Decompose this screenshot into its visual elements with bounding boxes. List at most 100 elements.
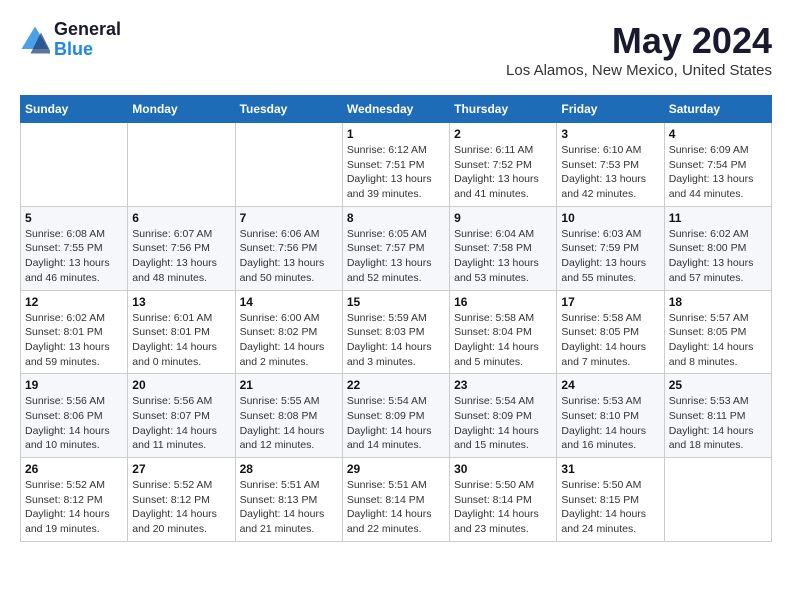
day-number: 24 bbox=[561, 378, 659, 392]
day-detail: Sunrise: 5:53 AMSunset: 8:11 PMDaylight:… bbox=[669, 394, 767, 453]
weekday-header-row: SundayMondayTuesdayWednesdayThursdayFrid… bbox=[21, 96, 772, 123]
day-detail: Sunrise: 5:50 AMSunset: 8:15 PMDaylight:… bbox=[561, 478, 659, 537]
day-number: 15 bbox=[347, 295, 445, 309]
calendar-cell: 21 Sunrise: 5:55 AMSunset: 8:08 PMDayligh… bbox=[235, 374, 342, 458]
calendar-cell: 13Sunrise: 6:01 AMSunset: 8:01 PMDayligh… bbox=[128, 290, 235, 374]
day-number: 9 bbox=[454, 211, 552, 225]
day-number: 27 bbox=[132, 462, 230, 476]
day-detail: Sunrise: 6:02 AMSunset: 8:01 PMDaylight:… bbox=[25, 311, 123, 370]
calendar-cell: 12 Sunrise: 6:02 AMSunset: 8:01 PMDayligh… bbox=[21, 290, 128, 374]
title-block: May 2024 Los Alamos, New Mexico, United … bbox=[506, 20, 772, 79]
calendar-week-row: 5Sunrise: 6:08 AMSunset: 7:55 PMDaylight… bbox=[21, 206, 772, 290]
weekday-header: Friday bbox=[557, 96, 664, 123]
day-detail: Sunrise: 5:54 AMSunset: 8:09 PMDaylight:… bbox=[454, 394, 552, 453]
day-detail: Sunrise: 6:06 AMSunset: 7:56 PMDaylight:… bbox=[240, 227, 338, 286]
day-detail: Sunrise: 6:02 AMSunset: 8:00 PMDaylight:… bbox=[669, 227, 767, 286]
calendar-cell bbox=[235, 123, 342, 207]
day-detail: Sunrise: 5:54 AMSunset: 8:09 PMDaylight:… bbox=[347, 394, 445, 453]
calendar-cell: 11 Sunrise: 6:02 AMSunset: 8:00 PMDayligh… bbox=[664, 206, 771, 290]
day-detail: Sunrise: 5:56 AMSunset: 8:06 PMDaylight:… bbox=[25, 394, 123, 453]
day-number: 23 bbox=[454, 378, 552, 392]
weekday-header: Monday bbox=[128, 96, 235, 123]
weekday-header: Sunday bbox=[21, 96, 128, 123]
day-number: 28 bbox=[240, 462, 338, 476]
day-number: 17 bbox=[561, 295, 659, 309]
calendar-cell: 26 Sunrise: 5:52 AMSunset: 8:12 PMDayligh… bbox=[21, 458, 128, 542]
calendar-cell: 20Sunrise: 5:56 AMSunset: 8:07 PMDayligh… bbox=[128, 374, 235, 458]
calendar-cell: 30Sunrise: 5:50 AMSunset: 8:14 PMDayligh… bbox=[450, 458, 557, 542]
calendar-cell: 25 Sunrise: 5:53 AMSunset: 8:11 PMDayligh… bbox=[664, 374, 771, 458]
day-number: 12 bbox=[25, 295, 123, 309]
day-detail: Sunrise: 6:12 AMSunset: 7:51 PMDaylight:… bbox=[347, 143, 445, 202]
day-number: 2 bbox=[454, 127, 552, 141]
calendar-cell: 22 Sunrise: 5:54 AMSunset: 8:09 PMDayligh… bbox=[342, 374, 449, 458]
calendar-cell: 2Sunrise: 6:11 AMSunset: 7:52 PMDaylight… bbox=[450, 123, 557, 207]
calendar-cell: 6Sunrise: 6:07 AMSunset: 7:56 PMDaylight… bbox=[128, 206, 235, 290]
calendar-cell: 10 Sunrise: 6:03 AMSunset: 7:59 PMDayligh… bbox=[557, 206, 664, 290]
calendar-week-row: 1Sunrise: 6:12 AMSunset: 7:51 PMDaylight… bbox=[21, 123, 772, 207]
calendar-cell: 7 Sunrise: 6:06 AMSunset: 7:56 PMDaylight… bbox=[235, 206, 342, 290]
day-number: 16 bbox=[454, 295, 552, 309]
day-number: 3 bbox=[561, 127, 659, 141]
calendar-week-row: 12 Sunrise: 6:02 AMSunset: 8:01 PMDayligh… bbox=[21, 290, 772, 374]
weekday-header: Thursday bbox=[450, 96, 557, 123]
calendar-table: SundayMondayTuesdayWednesdayThursdayFrid… bbox=[20, 95, 772, 542]
weekday-header: Wednesday bbox=[342, 96, 449, 123]
location: Los Alamos, New Mexico, United States bbox=[506, 62, 772, 79]
day-number: 8 bbox=[347, 211, 445, 225]
day-number: 30 bbox=[454, 462, 552, 476]
day-number: 10 bbox=[561, 211, 659, 225]
calendar-week-row: 19 Sunrise: 5:56 AMSunset: 8:06 PMDayligh… bbox=[21, 374, 772, 458]
calendar-cell: 14 Sunrise: 6:00 AMSunset: 8:02 PMDayligh… bbox=[235, 290, 342, 374]
calendar-cell: 17 Sunrise: 5:58 AMSunset: 8:05 PMDayligh… bbox=[557, 290, 664, 374]
calendar-cell bbox=[128, 123, 235, 207]
logo-icon bbox=[20, 25, 50, 55]
logo: General Blue bbox=[20, 20, 121, 60]
calendar-cell: 29Sunrise: 5:51 AMSunset: 8:14 PMDayligh… bbox=[342, 458, 449, 542]
weekday-header: Tuesday bbox=[235, 96, 342, 123]
day-detail: Sunrise: 6:05 AMSunset: 7:57 PMDaylight:… bbox=[347, 227, 445, 286]
day-number: 22 bbox=[347, 378, 445, 392]
day-number: 29 bbox=[347, 462, 445, 476]
day-detail: Sunrise: 6:00 AMSunset: 8:02 PMDaylight:… bbox=[240, 311, 338, 370]
day-detail: Sunrise: 5:59 AMSunset: 8:03 PMDaylight:… bbox=[347, 311, 445, 370]
calendar-cell: 3 Sunrise: 6:10 AMSunset: 7:53 PMDaylight… bbox=[557, 123, 664, 207]
day-detail: Sunrise: 5:51 AMSunset: 8:13 PMDaylight:… bbox=[240, 478, 338, 537]
day-number: 11 bbox=[669, 211, 767, 225]
logo-blue: Blue bbox=[54, 40, 121, 60]
day-detail: Sunrise: 5:52 AMSunset: 8:12 PMDaylight:… bbox=[132, 478, 230, 537]
day-number: 14 bbox=[240, 295, 338, 309]
page-header: General Blue May 2024 Los Alamos, New Me… bbox=[20, 20, 772, 79]
day-detail: Sunrise: 6:03 AMSunset: 7:59 PMDaylight:… bbox=[561, 227, 659, 286]
day-detail: Sunrise: 5:53 AMSunset: 8:10 PMDaylight:… bbox=[561, 394, 659, 453]
day-number: 21 bbox=[240, 378, 338, 392]
calendar-cell: 19 Sunrise: 5:56 AMSunset: 8:06 PMDayligh… bbox=[21, 374, 128, 458]
day-number: 25 bbox=[669, 378, 767, 392]
day-number: 26 bbox=[25, 462, 123, 476]
day-detail: Sunrise: 5:55 AMSunset: 8:08 PMDaylight:… bbox=[240, 394, 338, 453]
day-detail: Sunrise: 5:58 AMSunset: 8:05 PMDaylight:… bbox=[561, 311, 659, 370]
calendar-cell: 1Sunrise: 6:12 AMSunset: 7:51 PMDaylight… bbox=[342, 123, 449, 207]
day-number: 5 bbox=[25, 211, 123, 225]
day-number: 19 bbox=[25, 378, 123, 392]
day-number: 7 bbox=[240, 211, 338, 225]
day-number: 20 bbox=[132, 378, 230, 392]
calendar-cell: 31Sunrise: 5:50 AMSunset: 8:15 PMDayligh… bbox=[557, 458, 664, 542]
calendar-cell bbox=[21, 123, 128, 207]
day-detail: Sunrise: 6:09 AMSunset: 7:54 PMDaylight:… bbox=[669, 143, 767, 202]
calendar-cell: 28 Sunrise: 5:51 AMSunset: 8:13 PMDayligh… bbox=[235, 458, 342, 542]
calendar-cell: 8 Sunrise: 6:05 AMSunset: 7:57 PMDaylight… bbox=[342, 206, 449, 290]
calendar-week-row: 26 Sunrise: 5:52 AMSunset: 8:12 PMDayligh… bbox=[21, 458, 772, 542]
day-detail: Sunrise: 6:04 AMSunset: 7:58 PMDaylight:… bbox=[454, 227, 552, 286]
day-detail: Sunrise: 5:52 AMSunset: 8:12 PMDaylight:… bbox=[25, 478, 123, 537]
day-detail: Sunrise: 6:10 AMSunset: 7:53 PMDaylight:… bbox=[561, 143, 659, 202]
calendar-cell: 15 Sunrise: 5:59 AMSunset: 8:03 PMDayligh… bbox=[342, 290, 449, 374]
logo-general: General bbox=[54, 20, 121, 40]
day-number: 18 bbox=[669, 295, 767, 309]
month-title: May 2024 bbox=[506, 20, 772, 62]
day-detail: Sunrise: 6:07 AMSunset: 7:56 PMDaylight:… bbox=[132, 227, 230, 286]
calendar-cell: 5Sunrise: 6:08 AMSunset: 7:55 PMDaylight… bbox=[21, 206, 128, 290]
day-detail: Sunrise: 5:57 AMSunset: 8:05 PMDaylight:… bbox=[669, 311, 767, 370]
calendar-cell: 23 Sunrise: 5:54 AMSunset: 8:09 PMDayligh… bbox=[450, 374, 557, 458]
calendar-cell: 9 Sunrise: 6:04 AMSunset: 7:58 PMDaylight… bbox=[450, 206, 557, 290]
